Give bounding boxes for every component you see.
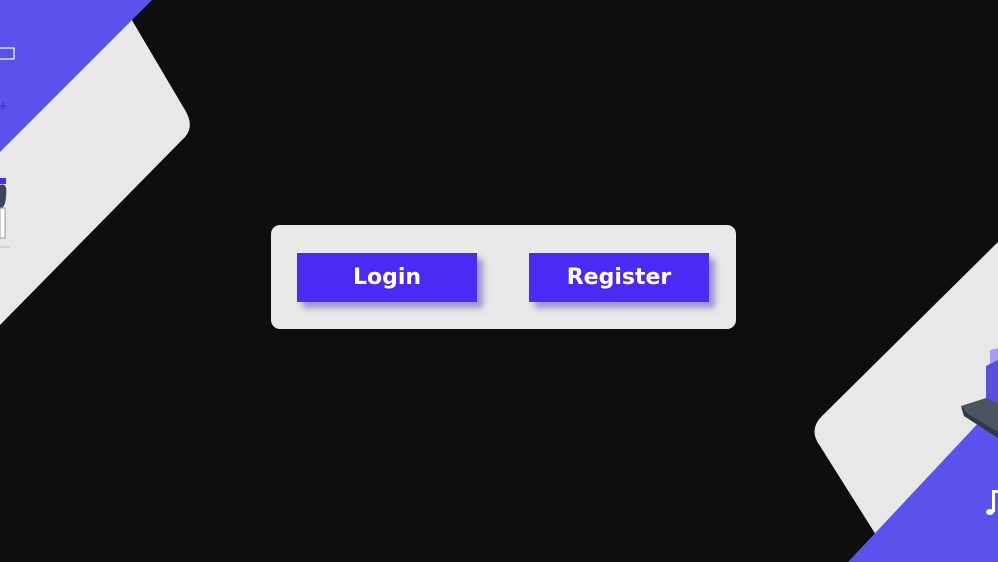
login-button[interactable]: Login [297,253,477,302]
music-note-icon [986,490,998,515]
bottom-right-decoration [814,242,998,562]
auth-panel: Login Register [271,225,736,329]
window-icon [0,47,15,60]
top-left-decoration [0,0,190,325]
laptop-illustration-icon [961,348,998,438]
register-button[interactable]: Register [529,253,709,302]
sparkle-icon [0,102,6,110]
person-illustration-icon [0,178,10,248]
